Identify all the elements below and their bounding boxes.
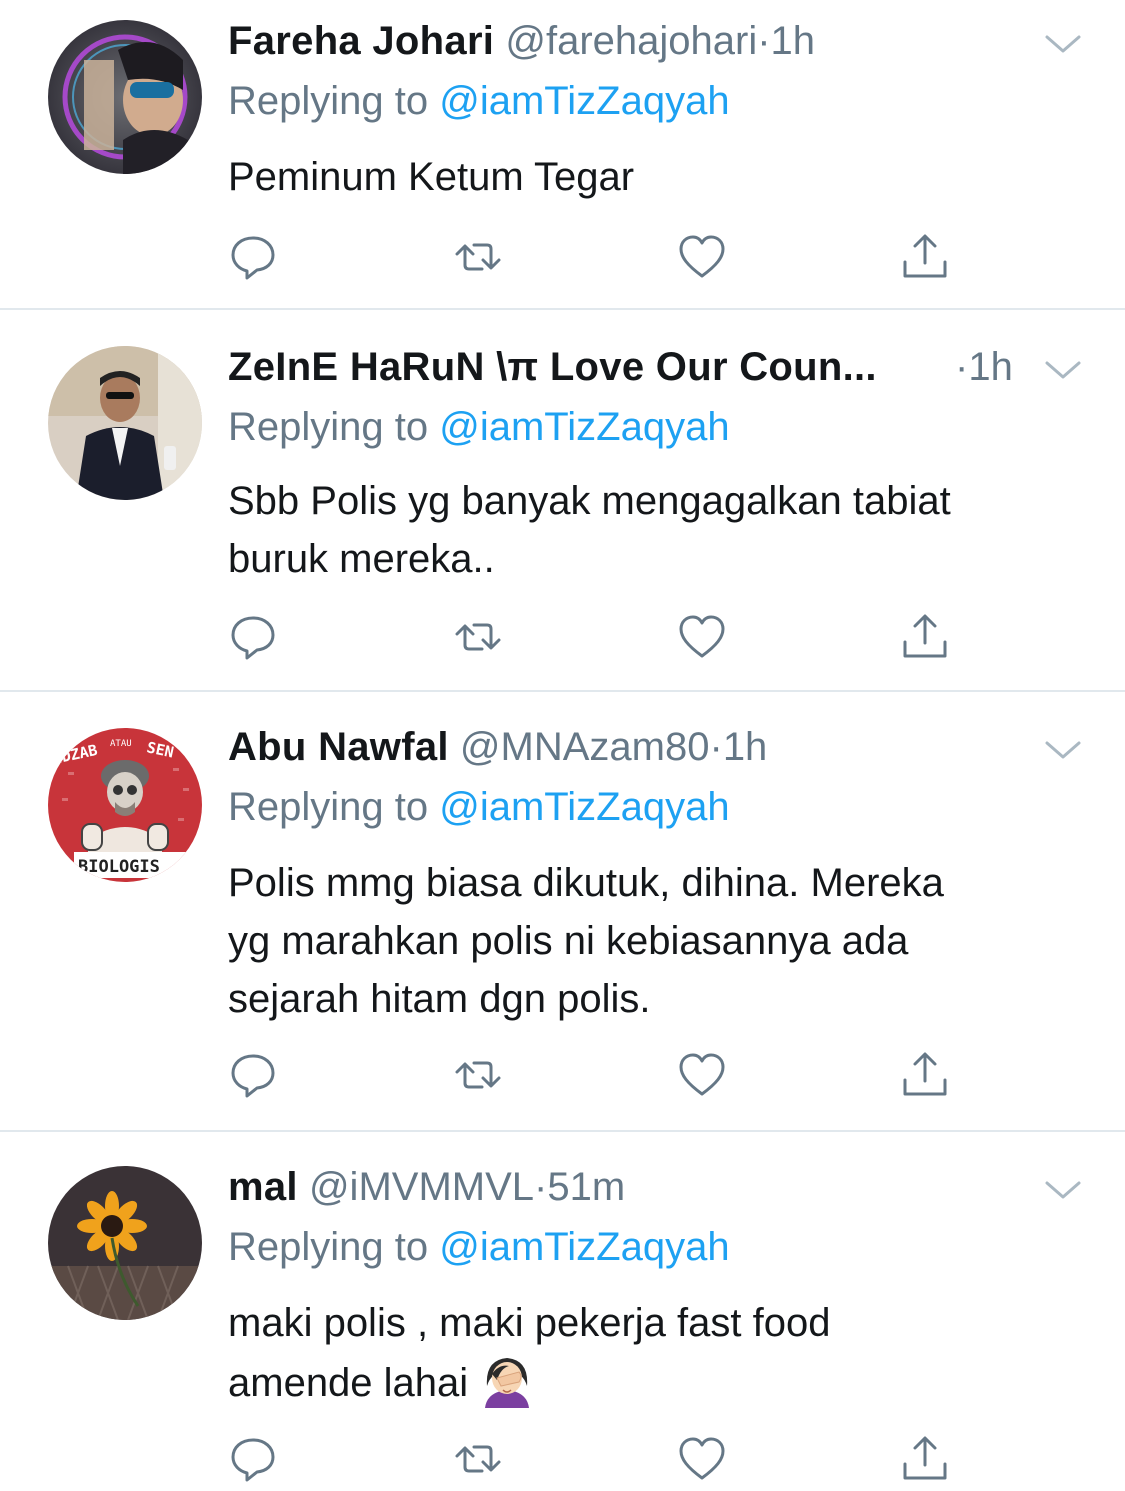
- timestamp[interactable]: 1h: [723, 725, 768, 769]
- share-icon[interactable]: [900, 1050, 950, 1100]
- like-icon[interactable]: [677, 612, 727, 662]
- display-name[interactable]: mal: [228, 1165, 298, 1209]
- tweet-text-line: sejarah hitam dgn polis.: [228, 977, 651, 1021]
- mention-link[interactable]: @iamTizZaqyah: [439, 405, 729, 449]
- user-handle[interactable]: @iMVMMVL: [309, 1165, 534, 1209]
- separator-dot: ·: [534, 1165, 548, 1209]
- replying-prefix: Replying to: [228, 785, 429, 829]
- avatar[interactable]: [48, 346, 202, 500]
- display-name[interactable]: Abu Nawfal: [228, 725, 449, 769]
- replying-to: Replying to @iamTizZaqyah: [228, 1222, 730, 1272]
- tweet-text: Peminum Ketum Tegar: [228, 148, 1088, 206]
- svg-text:ATAU: ATAU: [110, 739, 132, 749]
- user-handle[interactable]: @farehajohari: [505, 19, 757, 63]
- action-bar: [228, 1050, 958, 1100]
- display-name[interactable]: ZeInE HaRuN \π Love Our Coun...: [228, 345, 877, 389]
- reply-icon[interactable]: [228, 232, 278, 282]
- display-name[interactable]: Fareha Johari: [228, 19, 494, 63]
- tweet-text-line: Polis mmg biasa dikutuk, dihina. Mereka: [228, 861, 944, 905]
- tweet-text-line: buruk mereka..: [228, 537, 495, 581]
- tweet-text: maki polis , maki pekerja fast food amen…: [228, 1294, 1088, 1412]
- replying-prefix: Replying to: [228, 1225, 429, 1269]
- chevron-down-icon[interactable]: [1043, 738, 1083, 762]
- retweet-icon[interactable]: [453, 1050, 503, 1100]
- retweet-icon[interactable]: [453, 232, 503, 282]
- tweet-text: Polis mmg biasa dikutuk, dihina. Mereka …: [228, 854, 1088, 1028]
- replying-to: Replying to @iamTizZaqyah: [228, 402, 730, 452]
- share-icon[interactable]: [900, 612, 950, 662]
- action-bar: [228, 232, 958, 282]
- share-icon[interactable]: [900, 1434, 950, 1484]
- like-icon[interactable]: [677, 232, 727, 282]
- chevron-down-icon[interactable]: [1043, 358, 1083, 382]
- tweet-text-line: amende lahai: [228, 1361, 469, 1405]
- avatar[interactable]: [48, 20, 202, 174]
- like-icon[interactable]: [677, 1434, 727, 1484]
- tweet-text-line: yg marahkan polis ni kebiasannya ada: [228, 919, 909, 963]
- like-icon[interactable]: [677, 1050, 727, 1100]
- replying-to: Replying to @iamTizZaqyah: [228, 782, 730, 832]
- mention-link[interactable]: @iamTizZaqyah: [439, 1225, 729, 1269]
- mention-link[interactable]: @iamTizZaqyah: [439, 785, 729, 829]
- mention-link[interactable]: @iamTizZaqyah: [439, 79, 729, 123]
- replying-to: Replying to @iamTizZaqyah: [228, 76, 730, 126]
- retweet-icon[interactable]: [453, 1434, 503, 1484]
- separator-dot: ·: [955, 345, 969, 389]
- timestamp[interactable]: 1h: [771, 19, 816, 63]
- retweet-icon[interactable]: [453, 612, 503, 662]
- action-bar: [228, 1434, 958, 1484]
- chevron-down-icon[interactable]: [1043, 1178, 1083, 1202]
- tweet-text-line: maki polis , maki pekerja fast food: [228, 1301, 831, 1345]
- reply-icon[interactable]: [228, 1434, 278, 1484]
- timestamp[interactable]: 51m: [547, 1165, 625, 1209]
- separator-dot: ·: [757, 19, 771, 63]
- reply-icon[interactable]: [228, 612, 278, 662]
- reply-icon[interactable]: [228, 1050, 278, 1100]
- user-handle[interactable]: @MNAzam80: [460, 725, 710, 769]
- tweet-header: Fareha Johari @farehajohari·1h: [228, 16, 815, 66]
- divider: [0, 308, 1125, 310]
- avatar[interactable]: [48, 1166, 202, 1320]
- share-icon[interactable]: [900, 232, 950, 282]
- svg-text:BIOLOGIS: BIOLOGIS: [78, 857, 160, 877]
- tweet-text-line: Peminum Ketum Tegar: [228, 155, 635, 199]
- replying-prefix: Replying to: [228, 405, 429, 449]
- separator-dot: ·: [709, 725, 723, 769]
- tweet-meta: ·1h: [955, 342, 1013, 392]
- action-bar: [228, 612, 958, 662]
- replying-prefix: Replying to: [228, 79, 429, 123]
- facepalm-woman-emoji: [485, 1358, 530, 1408]
- tweet-header: mal @iMVMMVL·51m: [228, 1162, 625, 1212]
- tweet-text-line-with-emoji: amende lahai: [228, 1352, 1088, 1412]
- chevron-down-icon[interactable]: [1043, 32, 1083, 56]
- tweet-header: ZeInE HaRuN \π Love Our Coun...: [228, 342, 877, 392]
- tweet-text: Sbb Polis yg banyak mengagalkan tabiat b…: [228, 472, 1088, 588]
- avatar[interactable]: IDZAB ATAU SEN BIOLOGIS: [48, 728, 202, 882]
- divider: [0, 690, 1125, 692]
- timestamp[interactable]: 1h: [968, 345, 1013, 389]
- tweet-header: Abu Nawfal @MNAzam80·1h: [228, 722, 767, 772]
- tweet-text-line: Sbb Polis yg banyak mengagalkan tabiat: [228, 479, 951, 523]
- divider: [0, 1130, 1125, 1132]
